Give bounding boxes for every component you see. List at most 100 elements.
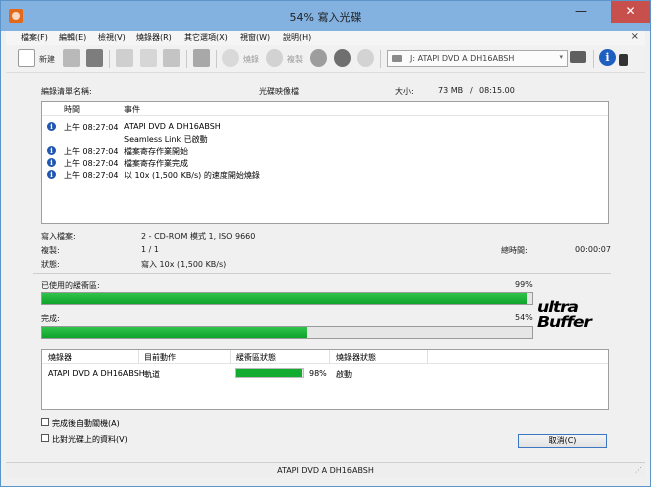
burn-progress-window: 54% 寫入光碟 — ❐ ✕ 檔案(F) 編輯(E) 檢視(V) 燒錄器(R) … — [0, 0, 651, 487]
copy-disc-button-label[interactable]: 複製 — [287, 54, 303, 65]
recorder-status-list[interactable]: 燒錄器 目前動作 緩衝區狀態 燒錄器狀態 ATAPI DVD A DH16ABS… — [41, 349, 609, 410]
verify-data-label[interactable]: 比對光碟上的資料(V) — [52, 434, 128, 445]
complete-progress-bar — [41, 326, 533, 339]
erase-icon[interactable] — [193, 49, 210, 67]
menu-file[interactable]: 檔案(F) — [21, 32, 48, 43]
recorder-column-header[interactable]: 燒錄器 — [48, 352, 72, 363]
log-event: ATAPI DVD A DH16ABSH — [124, 122, 221, 131]
recorder-buffer-bar — [235, 368, 304, 378]
mdi-close-icon[interactable]: × — [631, 31, 639, 42]
save-icon[interactable] — [86, 49, 103, 67]
info-icon: i — [47, 146, 56, 155]
recorder-buffer-fill — [236, 369, 302, 377]
new-document-icon[interactable] — [18, 49, 35, 67]
log-event: Seamless Link 已啟動 — [124, 135, 208, 144]
copies-value: 1 / 1 — [141, 245, 159, 254]
close-button[interactable]: ✕ — [611, 1, 650, 23]
info-icon: i — [47, 122, 56, 131]
disc-icon[interactable] — [357, 49, 374, 67]
logo-line-2: Buffer — [537, 313, 592, 331]
eject-icon[interactable] — [334, 49, 351, 67]
log-row[interactable]: i 上午 08:27:04 檔案寄存作業完成 — [42, 157, 608, 169]
menu-window[interactable]: 視窗(W) — [240, 32, 270, 43]
log-event: 檔案寄存作業完成 — [124, 159, 188, 168]
menu-help[interactable]: 說明(H) — [283, 32, 311, 43]
complete-label: 完成: — [41, 314, 60, 323]
complete-progress-fill — [42, 327, 307, 338]
action-column-header[interactable]: 目前動作 — [144, 352, 176, 363]
auto-shutdown-checkbox[interactable] — [41, 418, 49, 426]
buffer-column-header[interactable]: 緩衝區狀態 — [236, 352, 276, 363]
log-row[interactable]: i 上午 08:27:04 檔案寄存作業開始 — [42, 145, 608, 157]
size-value: 73 MB — [438, 86, 464, 95]
paste-icon[interactable] — [163, 49, 180, 67]
time-column-header[interactable]: 時間 — [64, 104, 80, 115]
copy-disc-icon[interactable] — [266, 49, 283, 67]
status-bar-text: ATAPI DVD A DH16ABSH — [277, 466, 374, 475]
toolbar-separator — [593, 50, 594, 68]
ultrabuffer-logo: ultra Buffer — [537, 300, 609, 334]
auto-shutdown-label[interactable]: 完成後自動關機(A) — [52, 418, 120, 429]
cut-icon[interactable] — [116, 49, 133, 67]
recorder-action: 軌道 — [144, 370, 160, 379]
log-event: 以 10x (1,500 KB/s) 的速度開始燒錄 — [124, 171, 260, 180]
burn-icon[interactable] — [222, 49, 239, 67]
column-divider — [329, 350, 330, 364]
compilation-name-value: 光碟映像檔 — [259, 87, 299, 96]
window-title: 54% 寫入光碟 — [289, 11, 362, 24]
info-icon: i — [47, 170, 56, 179]
status-label: 狀態: — [41, 260, 60, 269]
minimize-button[interactable]: — — [568, 1, 594, 23]
size-time-value: 08:15.00 — [479, 86, 515, 95]
resize-grip-icon[interactable]: ⋰ — [635, 466, 643, 475]
log-row[interactable]: Seamless Link 已啟動 — [42, 133, 608, 145]
copies-label: 複製: — [41, 246, 60, 255]
buffer-progress-bar — [41, 292, 533, 305]
log-time: 上午 08:27:04 — [64, 159, 119, 168]
cancel-button[interactable]: 取消(C) — [518, 434, 607, 448]
recorder-list-header: 燒錄器 目前動作 緩衝區狀態 燒錄器狀態 — [42, 350, 608, 364]
toolbar-separator — [380, 50, 381, 68]
event-log-list[interactable]: 時間 事件 i 上午 08:27:04 ATAPI DVD A DH16ABSH… — [41, 101, 609, 224]
burn-button-label[interactable]: 燒錄 — [243, 54, 259, 65]
recorder-name: ATAPI DVD A DH16ABSH — [48, 369, 145, 378]
recorder-buffer-percent: 98% — [309, 369, 327, 378]
log-time: 上午 08:27:04 — [64, 171, 119, 180]
menu-bar: 檔案(F) 編輯(E) 檢視(V) 燒錄器(R) 其它選項(X) 視窗(W) 說… — [6, 31, 645, 45]
log-time: 上午 08:27:04 — [64, 147, 119, 156]
copy-icon[interactable] — [140, 49, 157, 67]
toolbar-separator — [186, 50, 187, 68]
verify-data-checkbox[interactable] — [41, 434, 49, 442]
size-label: 大小: — [395, 87, 414, 96]
info-icon: i — [47, 158, 56, 167]
column-divider — [138, 350, 139, 364]
disc-info-icon[interactable] — [310, 49, 327, 67]
drive-icon — [392, 55, 402, 62]
drive-select[interactable]: J: ATAPI DVD A DH16ABSH ▾ — [387, 50, 568, 67]
new-button-label[interactable]: 新建 — [39, 54, 55, 65]
log-row[interactable]: i 上午 08:27:04 以 10x (1,500 KB/s) 的速度開始燒錄 — [42, 169, 608, 181]
title-bar[interactable]: 54% 寫入光碟 — ❐ ✕ — [1, 1, 650, 31]
chevron-down-icon[interactable]: ▾ — [559, 53, 563, 61]
menu-extras[interactable]: 其它選項(X) — [184, 32, 228, 43]
log-time: 上午 08:27:04 — [64, 123, 119, 132]
section-divider — [33, 273, 611, 274]
write-mode-value: 2 - CD-ROM 模式 1, ISO 9660 — [141, 232, 256, 241]
burn-content-panel: 編錄清單名稱: 光碟映像檔 大小: 73 MB / 08:15.00 時間 事件… — [31, 81, 612, 455]
buffer-progress-fill — [42, 293, 528, 304]
size-separator: / — [470, 86, 473, 95]
complete-percent: 54% — [515, 313, 533, 322]
menu-edit[interactable]: 編輯(E) — [59, 32, 86, 43]
toolbar-separator — [216, 50, 217, 68]
menu-view[interactable]: 檢視(V) — [98, 32, 126, 43]
info-icon[interactable]: i — [599, 49, 616, 66]
toolbar-overflow-icon[interactable] — [619, 54, 628, 66]
recorder-status-column-header[interactable]: 燒錄器狀態 — [336, 352, 376, 363]
recorder-icon[interactable] — [570, 51, 586, 63]
log-row[interactable]: i 上午 08:27:04 ATAPI DVD A DH16ABSH — [42, 121, 608, 133]
event-column-header[interactable]: 事件 — [124, 104, 140, 115]
compilation-name-label: 編錄清單名稱: — [41, 87, 92, 96]
menu-recorder[interactable]: 燒錄器(R) — [136, 32, 172, 43]
open-icon[interactable] — [63, 49, 80, 67]
drive-select-value: J: ATAPI DVD A DH16ABSH — [410, 54, 515, 63]
